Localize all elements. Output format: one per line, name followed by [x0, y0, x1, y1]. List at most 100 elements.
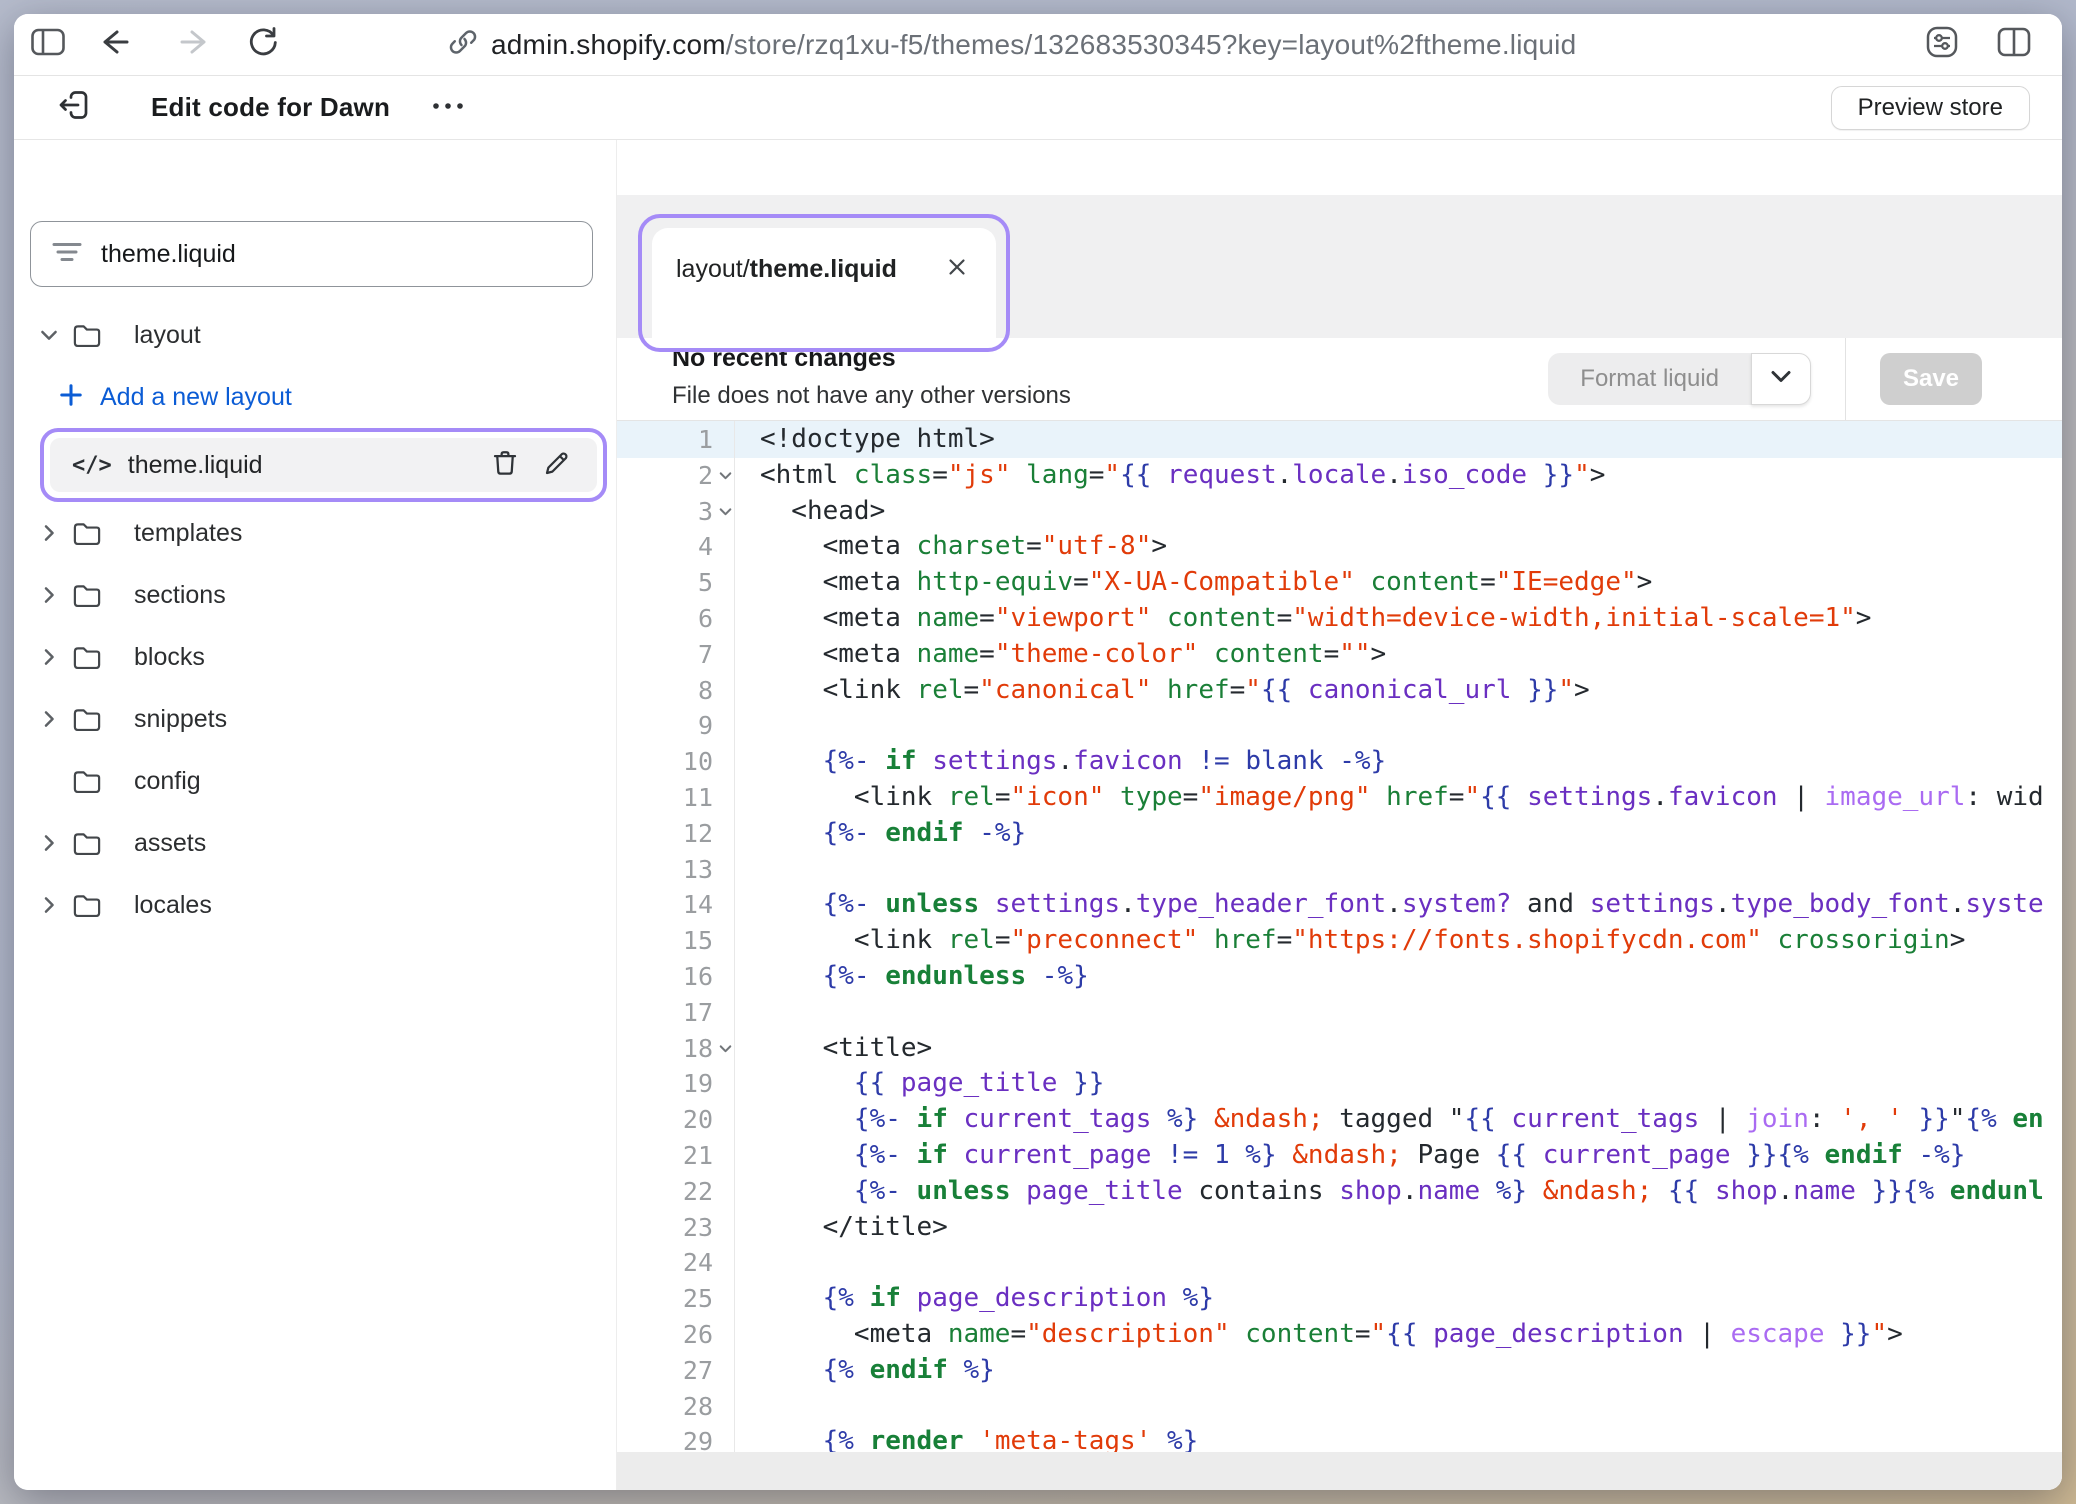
- delete-file-button[interactable]: [485, 445, 525, 485]
- code-editor[interactable]: 1234567891011121314151617181920212223242…: [617, 421, 2062, 1452]
- code-line[interactable]: [735, 1389, 2062, 1425]
- pencil-icon: [542, 448, 572, 483]
- sidebar-item-theme.liquid[interactable]: </>theme.liquid: [50, 438, 597, 492]
- folder-label: layout: [134, 321, 201, 350]
- code-content[interactable]: <!doctype html><html class="js" lang="{{…: [735, 422, 2062, 1452]
- line-number: 1: [617, 422, 734, 458]
- sidebar-item-blocks[interactable]: blocks: [14, 626, 616, 688]
- code-line[interactable]: <title>: [735, 1031, 2062, 1067]
- chevron-down-icon[interactable]: [38, 324, 72, 346]
- exit-code-editor-button[interactable]: [51, 86, 95, 130]
- chevron-right-icon[interactable]: [38, 832, 72, 854]
- chevron-down-icon: [1769, 369, 1793, 390]
- filter-icon: [51, 240, 83, 269]
- fold-toggle-icon[interactable]: [717, 499, 735, 525]
- code-line[interactable]: [735, 708, 2062, 744]
- preview-store-button[interactable]: Preview store: [1831, 86, 2030, 130]
- code-line[interactable]: {% endif %}: [735, 1353, 2062, 1389]
- code-line[interactable]: </title>: [735, 1210, 2062, 1246]
- line-number: 18: [617, 1031, 734, 1067]
- reload-icon: [246, 25, 280, 64]
- code-line[interactable]: {% if page_description %}: [735, 1281, 2062, 1317]
- link-icon: [447, 26, 479, 63]
- sidebar-item-sections[interactable]: sections: [14, 564, 616, 626]
- chevron-right-icon[interactable]: [38, 584, 72, 606]
- sidebar-item-config[interactable]: config: [14, 750, 616, 812]
- status-title: No recent changes: [672, 344, 1071, 373]
- folder-icon: [72, 891, 120, 919]
- code-line[interactable]: {%- endif -%}: [735, 816, 2062, 852]
- code-line[interactable]: {{ page_title }}: [735, 1066, 2062, 1102]
- rename-file-button[interactable]: [537, 445, 577, 485]
- line-number: 28: [617, 1389, 734, 1425]
- folder-icon: [72, 321, 120, 349]
- line-number: 26: [617, 1317, 734, 1353]
- code-line[interactable]: <link rel="icon" type="image/png" href="…: [735, 780, 2062, 816]
- code-line[interactable]: <!doctype html>: [735, 422, 2062, 458]
- code-line[interactable]: {%- endunless -%}: [735, 959, 2062, 995]
- tab-close-button[interactable]: [940, 252, 974, 286]
- code-line[interactable]: <meta name="description" content="{{ pag…: [735, 1317, 2062, 1353]
- code-line[interactable]: {%- if current_page != 1 %} &ndash; Page…: [735, 1138, 2062, 1174]
- code-line[interactable]: <link rel="preconnect" href="https://fon…: [735, 923, 2062, 959]
- chevron-right-icon[interactable]: [38, 708, 72, 730]
- fold-toggle-icon[interactable]: [717, 463, 735, 489]
- folder-label: templates: [134, 519, 242, 548]
- chevron-right-icon[interactable]: [38, 646, 72, 668]
- code-line[interactable]: [735, 852, 2062, 888]
- code-line[interactable]: {%- unless settings.type_header_font.sys…: [735, 887, 2062, 923]
- code-line[interactable]: <html class="js" lang="{{ request.locale…: [735, 458, 2062, 494]
- code-line[interactable]: {%- if settings.favicon != blank -%}: [735, 744, 2062, 780]
- code-line[interactable]: <meta charset="utf-8">: [735, 529, 2062, 565]
- forward-button[interactable]: [171, 23, 215, 67]
- code-line[interactable]: <link rel="canonical" href="{{ canonical…: [735, 673, 2062, 709]
- tab-path-prefix: layout/: [676, 255, 750, 283]
- line-number: 4: [617, 529, 734, 565]
- sidebar-item-locales[interactable]: locales: [14, 874, 616, 936]
- format-liquid-button[interactable]: Format liquid: [1548, 353, 1751, 405]
- file-search-box[interactable]: [30, 221, 593, 287]
- file-label: theme.liquid: [128, 451, 263, 480]
- sidebar-item-assets[interactable]: assets: [14, 812, 616, 874]
- line-number: 14: [617, 887, 734, 923]
- folder-icon: [72, 767, 120, 795]
- file-search-input[interactable]: [99, 239, 572, 270]
- sidebar-item-templates[interactable]: templates: [14, 502, 616, 564]
- page-title: Edit code for Dawn: [151, 92, 390, 123]
- folder-label: assets: [134, 829, 206, 858]
- split-view-button[interactable]: [1992, 23, 2036, 67]
- sidebar-item-snippets[interactable]: snippets: [14, 688, 616, 750]
- add-layout-button[interactable]: Add a new layout: [14, 366, 616, 428]
- chevron-right-icon[interactable]: [38, 894, 72, 916]
- reload-button[interactable]: [241, 23, 285, 67]
- url-text: admin.shopify.com/store/rzq1xu-f5/themes…: [491, 29, 1576, 61]
- code-line[interactable]: <meta http-equiv="X-UA-Compatible" conte…: [735, 565, 2062, 601]
- overflow-menu-button[interactable]: [426, 91, 470, 125]
- code-line[interactable]: [735, 1245, 2062, 1281]
- sidebar-item-layout[interactable]: layout: [14, 304, 616, 366]
- url-path: /store/rzq1xu-f5/themes/132683530345?key…: [726, 29, 1577, 60]
- tab-label: layout/theme.liquid: [676, 255, 897, 284]
- code-line[interactable]: <meta name="viewport" content="width=dev…: [735, 601, 2062, 637]
- browser-window: admin.shopify.com/store/rzq1xu-f5/themes…: [14, 14, 2062, 1490]
- trash-icon: [490, 448, 520, 483]
- file-tab-theme-liquid[interactable]: layout/theme.liquid: [652, 228, 996, 338]
- sidebar-toggle-button[interactable]: [26, 23, 70, 67]
- code-line[interactable]: <meta name="theme-color" content="">: [735, 637, 2062, 673]
- folder-label: config: [134, 767, 201, 796]
- code-line[interactable]: {%- unless page_title contains shop.name…: [735, 1174, 2062, 1210]
- fold-toggle-icon[interactable]: [717, 1036, 735, 1062]
- line-number: 20: [617, 1102, 734, 1138]
- line-number: 24: [617, 1245, 734, 1281]
- code-line[interactable]: [735, 995, 2062, 1031]
- format-liquid-dropdown-button[interactable]: [1751, 353, 1811, 405]
- chevron-right-icon[interactable]: [38, 522, 72, 544]
- code-line[interactable]: {%- if current_tags %} &ndash; tagged "{…: [735, 1102, 2062, 1138]
- back-button[interactable]: [94, 23, 138, 67]
- code-line[interactable]: {% render 'meta-tags' %}: [735, 1424, 2062, 1452]
- code-line[interactable]: <head>: [735, 494, 2062, 530]
- save-button[interactable]: Save: [1880, 353, 1982, 405]
- address-bar[interactable]: admin.shopify.com/store/rzq1xu-f5/themes…: [447, 26, 1576, 63]
- page-settings-button[interactable]: [1920, 23, 1964, 67]
- line-number: 7: [617, 637, 734, 673]
